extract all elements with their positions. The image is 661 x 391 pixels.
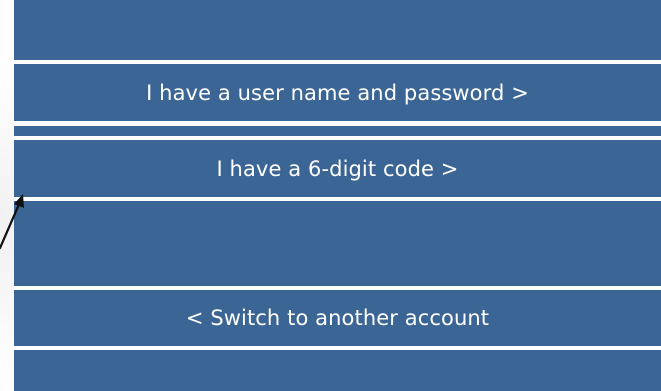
screen: I have a user name and password > I have… xyxy=(0,0,661,391)
switch-account-label: < Switch to another account xyxy=(185,306,490,330)
top-band xyxy=(14,0,661,60)
switch-account-button[interactable]: < Switch to another account xyxy=(14,290,661,346)
spacer-band xyxy=(14,201,661,286)
bottom-band xyxy=(14,350,661,391)
password-option-label: I have a user name and password > xyxy=(146,80,529,105)
sign-in-options-panel: I have a user name and password > I have… xyxy=(14,0,661,391)
pointer-arrow-icon xyxy=(0,194,24,250)
code-option-label: I have a 6-digit code > xyxy=(216,156,459,181)
password-option-button[interactable]: I have a user name and password > xyxy=(14,64,661,121)
code-option-button[interactable]: I have a 6-digit code > xyxy=(14,140,661,197)
divider-band xyxy=(14,126,661,136)
